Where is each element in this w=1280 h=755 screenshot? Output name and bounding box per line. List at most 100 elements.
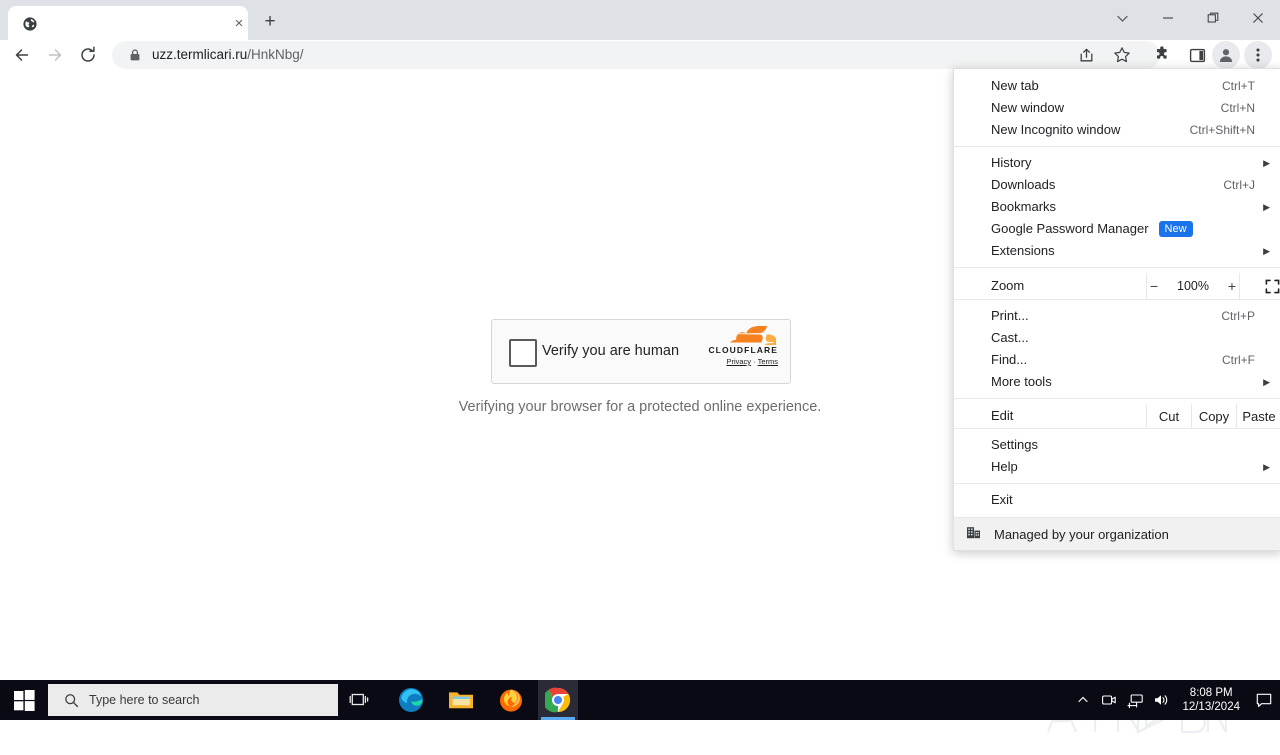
cloudflare-cloud-icon: [730, 326, 776, 345]
close-button[interactable]: [1235, 0, 1280, 36]
menu-item-more-tools[interactable]: More tools ▶: [954, 371, 1280, 393]
menu-item-settings[interactable]: Settings: [954, 434, 1280, 456]
action-center-icon[interactable]: [1248, 680, 1280, 720]
new-tab-button[interactable]: +: [256, 8, 284, 36]
menu-item-accel: Ctrl+P: [1221, 309, 1255, 323]
three-dot-menu-button[interactable]: [1244, 41, 1272, 69]
cloudflare-logo: CLOUDFLARE Privacy · Terms: [698, 326, 778, 367]
cut-button[interactable]: Cut: [1146, 404, 1191, 428]
back-button[interactable]: [10, 43, 34, 67]
menu-item-label: Help: [991, 459, 1018, 474]
edit-label: Edit: [991, 408, 1014, 423]
zoom-out-button[interactable]: −: [1147, 278, 1161, 294]
windows-taskbar: Type here to search 8:08 PM 12/13/2024: [0, 680, 1280, 720]
lock-icon: [128, 48, 142, 62]
cloudflare-brand-text: CLOUDFLARE: [708, 345, 778, 355]
tab-close-icon[interactable]: ×: [230, 15, 248, 33]
start-button[interactable]: [0, 680, 48, 720]
menu-item-accel: Ctrl+N: [1220, 101, 1255, 115]
menu-zoom-row: Zoom − 100% +: [954, 273, 1280, 299]
chrome-window: × + uzz.termlicari.ru/HnkNbg/ Verify you…: [0, 0, 1280, 734]
screen: × + uzz.termlicari.ru/HnkNbg/ Verify you…: [0, 0, 1280, 734]
share-icon[interactable]: [1072, 41, 1100, 69]
task-view-icon[interactable]: [339, 680, 379, 720]
clock-time: 8:08 PM: [1189, 687, 1233, 699]
extensions-puzzle-icon[interactable]: [1148, 41, 1176, 69]
forward-button[interactable]: [43, 43, 67, 67]
terms-link[interactable]: Terms: [758, 357, 778, 366]
organization-building-icon: [966, 525, 981, 543]
menu-item-find[interactable]: Find... Ctrl+F: [954, 349, 1280, 371]
menu-item-label: Print...: [991, 308, 1029, 323]
menu-item-new-window[interactable]: New window Ctrl+N: [954, 97, 1280, 119]
maximize-button[interactable]: [1190, 0, 1235, 36]
menu-item-label: New Incognito window: [991, 122, 1121, 137]
minimize-button[interactable]: [1145, 0, 1190, 36]
menu-item-downloads[interactable]: Downloads Ctrl+J: [954, 174, 1280, 196]
menu-separator: [954, 267, 1280, 268]
menu-item-exit[interactable]: Exit: [954, 489, 1280, 511]
managed-by-organization-row[interactable]: Managed by your organization: [954, 517, 1280, 550]
menu-item-label: Exit: [991, 492, 1013, 507]
show-hidden-icons-chevron[interactable]: [1070, 680, 1096, 720]
browser-tab[interactable]: ×: [8, 6, 248, 40]
verify-checkbox[interactable]: [509, 339, 537, 367]
menu-item-new-tab[interactable]: New tab Ctrl+T: [954, 75, 1280, 97]
system-tray: 8:08 PM 12/13/2024: [1070, 680, 1280, 720]
address-bar[interactable]: uzz.termlicari.ru/HnkNbg/: [112, 41, 1160, 69]
menu-item-label: New tab: [991, 78, 1039, 93]
firefox-icon[interactable]: [491, 680, 531, 720]
cloudflare-turnstile-widget[interactable]: Verify you are human CLOUDFLARE Privacy …: [491, 319, 791, 384]
network-icon[interactable]: [1122, 680, 1148, 720]
file-explorer-icon[interactable]: [441, 680, 481, 720]
menu-item-label: Extensions: [991, 243, 1055, 258]
submenu-arrow-icon: ▶: [1263, 158, 1270, 168]
managed-label: Managed by your organization: [994, 526, 1169, 542]
menu-item-label: Find...: [991, 352, 1028, 367]
profile-avatar[interactable]: [1212, 41, 1240, 69]
camera-recording-icon[interactable]: [1096, 680, 1122, 720]
url-path: /HnkNbg/: [247, 47, 304, 62]
menu-item-history[interactable]: History ▶: [954, 152, 1280, 174]
reload-button[interactable]: [76, 43, 100, 67]
globe-icon: [22, 16, 38, 32]
search-placeholder: Type here to search: [89, 693, 200, 707]
url-text: uzz.termlicari.ru/HnkNbg/: [152, 41, 304, 69]
menu-item-cast[interactable]: Cast...: [954, 327, 1280, 349]
menu-separator: [954, 398, 1280, 399]
fullscreen-button[interactable]: [1238, 273, 1280, 299]
menu-item-accel: Ctrl+T: [1222, 79, 1255, 93]
paste-button[interactable]: Paste: [1236, 404, 1280, 428]
privacy-link[interactable]: Privacy: [726, 357, 751, 366]
side-panel-icon[interactable]: [1183, 41, 1211, 69]
submenu-arrow-icon: ▶: [1263, 202, 1270, 212]
submenu-arrow-icon: ▶: [1263, 246, 1270, 256]
microsoft-edge-icon[interactable]: [391, 680, 431, 720]
menu-item-print[interactable]: Print... Ctrl+P: [954, 305, 1280, 327]
new-badge: New: [1158, 221, 1193, 237]
clock-date: 12/13/2024: [1182, 701, 1240, 713]
menu-item-google-password-manager[interactable]: Google Password Manager New: [954, 218, 1280, 240]
taskbar-search-box[interactable]: Type here to search: [48, 684, 338, 716]
menu-item-bookmarks[interactable]: Bookmarks ▶: [954, 196, 1280, 218]
tab-search-chevron-icon[interactable]: [1100, 0, 1145, 36]
menu-item-accel: Ctrl+F: [1222, 353, 1255, 367]
google-chrome-icon[interactable]: [538, 680, 578, 720]
menu-item-accel: Ctrl+Shift+N: [1189, 123, 1255, 137]
volume-icon[interactable]: [1148, 680, 1174, 720]
menu-item-help[interactable]: Help ▶: [954, 456, 1280, 478]
menu-separator: [954, 146, 1280, 147]
menu-item-label: More tools: [991, 374, 1052, 389]
zoom-in-button[interactable]: +: [1225, 278, 1239, 294]
tab-strip: × +: [0, 0, 1280, 40]
fullscreen-icon: [1266, 279, 1280, 293]
menu-item-label: Downloads: [991, 177, 1056, 192]
menu-item-label: History: [991, 155, 1032, 170]
taskbar-clock[interactable]: 8:08 PM 12/13/2024: [1174, 686, 1248, 714]
copy-button[interactable]: Copy: [1191, 404, 1236, 428]
menu-item-new-incognito-window[interactable]: New Incognito window Ctrl+Shift+N: [954, 119, 1280, 141]
bookmark-star-icon[interactable]: [1108, 41, 1136, 69]
window-controls: [1100, 0, 1280, 36]
menu-item-extensions[interactable]: Extensions ▶: [954, 240, 1280, 262]
chrome-app-menu: New tab Ctrl+T New window Ctrl+N New Inc…: [953, 68, 1280, 551]
